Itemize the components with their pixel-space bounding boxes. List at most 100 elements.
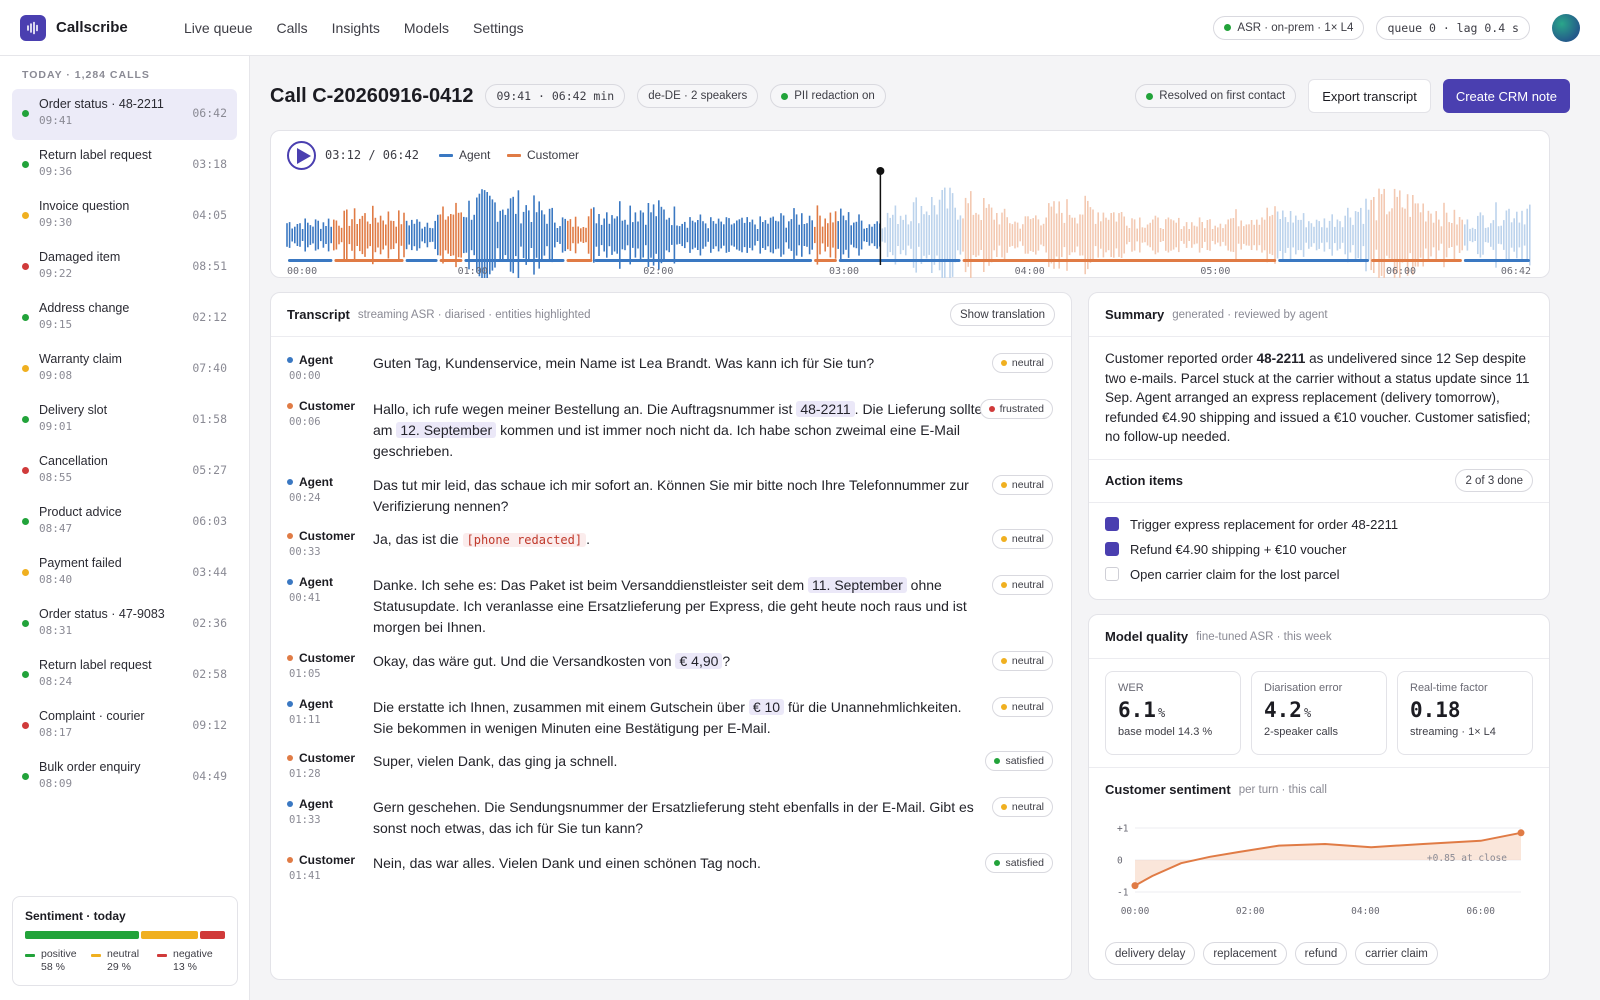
sentiment-tag-label: neutral: [1011, 701, 1044, 713]
entity-highlight[interactable]: € 10: [748, 699, 785, 715]
keyword-tag[interactable]: replacement: [1203, 942, 1287, 965]
main-nav: Live queue Calls Insights Models Setting…: [184, 20, 524, 36]
sentiment-tag: neutral: [991, 353, 1053, 373]
sentiment-segment-neutral: [140, 931, 198, 939]
call-list-item[interactable]: Warranty claim 09:08 07:40: [12, 344, 237, 395]
turn-timestamp[interactable]: 01:33: [289, 814, 321, 826]
speaker-segment: [838, 259, 961, 262]
top-bar: Callscribe Live queue Calls Insights Mod…: [0, 0, 1600, 56]
call-list-item[interactable]: Return label request 08:24 02:58: [12, 650, 237, 701]
time-tick-label: 04:00: [1015, 266, 1045, 277]
nav-insights[interactable]: Insights: [332, 20, 380, 36]
turn-timestamp[interactable]: 00:33: [289, 546, 321, 558]
call-list-item[interactable]: Payment failed 08:40 03:44: [12, 548, 237, 599]
nav-models[interactable]: Models: [404, 20, 449, 36]
sentiment-start-point: [1131, 882, 1139, 890]
speaker-label: Customer: [287, 651, 355, 665]
call-list-item[interactable]: Cancellation 08:55 05:27: [12, 446, 237, 497]
nav-live-queue[interactable]: Live queue: [184, 20, 253, 36]
call-list-item[interactable]: Product advice 08:47 06:03: [12, 497, 237, 548]
speaker-dot-icon: [287, 403, 293, 409]
turn-timestamp[interactable]: 00:06: [289, 416, 321, 428]
call-item-duration: 04:49: [192, 769, 227, 783]
metric-label: Real-time factor: [1410, 682, 1488, 694]
keyword-tag[interactable]: delivery delay: [1105, 942, 1196, 965]
entity-highlight[interactable]: 12. September: [396, 422, 497, 438]
turn-text-segment: Nein, das war alles. Vielen Dank und ein…: [373, 855, 761, 871]
turn-text-segment: Danke. Ich sehe es: Das Paket ist beim V…: [373, 577, 808, 593]
turn-text-segment: ?: [722, 653, 731, 669]
call-list-item[interactable]: Invoice question 09:30 04:05: [12, 191, 237, 242]
turn-timestamp[interactable]: 01:41: [289, 870, 321, 882]
call-header: Call C-20260916-0412 09:41 · 06:42 min d…: [270, 78, 1570, 114]
sentiment-legend-label: positive: [41, 948, 77, 960]
sentiment-tag-pill: satisfied: [985, 853, 1053, 873]
y-tick-label: 0: [1117, 856, 1123, 867]
call-list-item[interactable]: Order status · 48-2211 09:41 06:42: [12, 89, 237, 140]
create-crm-note-button[interactable]: Create CRM note: [1442, 79, 1570, 113]
sentiment-tag-label: neutral: [1011, 479, 1044, 491]
turn-text-segment: Gern geschehen. Die Sendungsnummer der E…: [373, 799, 974, 836]
turn-timestamp[interactable]: 01:28: [289, 768, 321, 780]
call-item-duration: 02:12: [192, 310, 227, 324]
turn-text-segment: Die erstatte ich Ihnen, zusammen mit ein…: [373, 699, 749, 715]
call-list-item[interactable]: Delivery slot 09:01 01:58: [12, 395, 237, 446]
time-tick-label: 03:00: [829, 266, 859, 277]
nav-calls[interactable]: Calls: [277, 20, 308, 36]
sentiment-dot-icon: [1000, 482, 1007, 488]
turn-timestamp[interactable]: 00:41: [289, 592, 321, 604]
sentiment-dot-icon: [988, 406, 995, 412]
sentiment-tag-label: neutral: [1011, 579, 1044, 591]
playhead-handle[interactable]: [876, 167, 885, 175]
export-transcript-button[interactable]: Export transcript: [1308, 79, 1431, 113]
speaker-label: Agent: [287, 475, 333, 489]
call-list-item[interactable]: Bulk order enquiry 08:09 04:49: [12, 752, 237, 803]
call-list-item[interactable]: Address change 09:15 02:12: [12, 293, 237, 344]
keyword-tag[interactable]: refund: [1294, 942, 1348, 965]
show-translation-button[interactable]: Show translation: [949, 303, 1055, 326]
status-dot-icon: [22, 467, 29, 474]
speaker-label: Agent: [287, 797, 333, 811]
call-list: Order status · 48-2211 09:41 06:42 Return l…: [0, 89, 249, 803]
entity-highlight[interactable]: 48-2211: [796, 401, 855, 417]
speaker-name: Customer: [299, 651, 356, 665]
sentiment-dot-icon: [1000, 658, 1007, 664]
playback-position: 03:12 / 06:42: [325, 148, 419, 162]
y-tick-label: +1: [1117, 824, 1129, 835]
sentiment-legend-text: negative 13 %: [173, 948, 213, 974]
entity-highlight[interactable]: € 4,90: [675, 653, 723, 669]
turn-timestamp[interactable]: 01:05: [289, 668, 321, 680]
main-content: Call C-20260916-0412 09:41 · 06:42 min d…: [250, 56, 1600, 1000]
metric-label: WER: [1118, 682, 1144, 694]
turn-timestamp[interactable]: 01:11: [289, 714, 321, 726]
action-item-checkbox[interactable]: [1105, 567, 1119, 581]
status-dot-icon: [22, 671, 29, 678]
turn-timestamp[interactable]: 00:00: [289, 370, 321, 382]
action-item-checkbox[interactable]: [1105, 542, 1119, 556]
sentiment-dot-icon: [1000, 536, 1007, 542]
sentiment-tag-pill: neutral: [991, 697, 1053, 717]
x-tick-label: 04:00: [1351, 906, 1380, 917]
speaker-label: Customer: [287, 853, 355, 867]
keyword-tag[interactable]: carrier claim: [1355, 942, 1438, 965]
status-dot-icon: [22, 416, 29, 423]
speaker-label: Customer: [287, 751, 355, 765]
brand[interactable]: Callscribe: [20, 14, 164, 41]
action-items-list: Trigger express replacement for order 48…: [1089, 503, 1549, 587]
waveform[interactable]: 00:00 01:00 02:00 03:00 04:00 05:00 06:00 06:42: [271, 161, 1549, 278]
speaker-name: Customer: [299, 853, 356, 867]
entity-highlight[interactable]: 11. September: [808, 577, 907, 593]
call-list-item[interactable]: Complaint · courier 08:17 09:12: [12, 701, 237, 752]
model-quality-card: Model quality fine-tuned ASR · this week…: [1088, 614, 1550, 980]
call-list-item[interactable]: Return label request 09:36 03:18: [12, 140, 237, 191]
speaker-segment: [439, 259, 463, 262]
action-item-checkbox[interactable]: [1105, 517, 1119, 531]
call-list-item[interactable]: Damaged item 09:22 08:51: [12, 242, 237, 293]
time-tick-label: 06:42: [1501, 266, 1531, 277]
nav-settings[interactable]: Settings: [473, 20, 524, 36]
call-list-item[interactable]: Order status · 47-9083 08:31 02:36: [12, 599, 237, 650]
turn-timestamp[interactable]: 00:24: [289, 492, 321, 504]
user-avatar[interactable]: [1552, 13, 1580, 42]
speaker-segment: [405, 259, 438, 262]
summary-title: Summary: [1105, 307, 1165, 322]
